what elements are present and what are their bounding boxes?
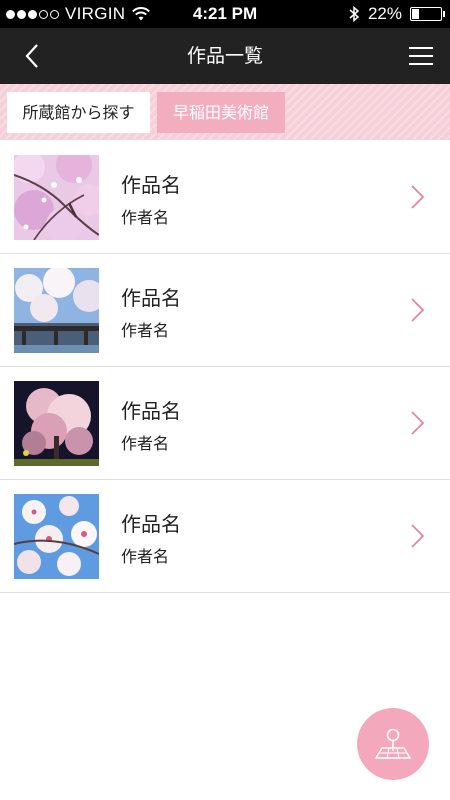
artwork-thumbnail: [14, 494, 99, 579]
artwork-author: 作者名: [121, 208, 170, 227]
navigation-bar: 作品一覧: [0, 28, 450, 84]
wifi-icon: [132, 7, 151, 21]
status-left: VIRGIN: [6, 0, 151, 28]
signal-strength-icon: [6, 9, 59, 19]
artwork-title: 作品名: [121, 399, 181, 423]
cherry-blossom-bridge-photo: [14, 268, 99, 353]
carrier-name: VIRGIN: [65, 4, 126, 23]
artwork-author: 作者名: [121, 547, 170, 566]
artwork-thumbnail: [14, 381, 99, 466]
menu-button[interactable]: [406, 40, 436, 72]
chevron-right-icon: [411, 298, 425, 322]
hamburger-menu-icon: [409, 47, 433, 49]
artwork-title: 作品名: [121, 512, 181, 536]
back-button[interactable]: [14, 38, 50, 74]
battery-percent: 22%: [367, 4, 402, 23]
artwork-list: 作品名 作者名 作品名 作者名 作品名 作者名 作品名 作者名: [0, 141, 450, 593]
artwork-title: 作品名: [121, 286, 181, 310]
status-bar: VIRGIN 4:21 PM 22%: [0, 0, 450, 28]
artwork-list-item[interactable]: 作品名 作者名: [0, 480, 450, 593]
artwork-list-item[interactable]: 作品名 作者名: [0, 367, 450, 480]
artwork-thumbnail: [14, 155, 99, 240]
cherry-blossom-closeup-photo: [14, 494, 99, 579]
artwork-thumbnail: [14, 268, 99, 353]
battery-level-fill: [412, 9, 419, 19]
artwork-list-item[interactable]: 作品名 作者名: [0, 254, 450, 367]
tab-search-by-collection[interactable]: 所蔵館から探す: [7, 92, 150, 133]
battery-icon: [410, 7, 445, 21]
map-pin-icon: [374, 728, 412, 759]
chevron-right-icon: [411, 524, 425, 548]
artwork-author: 作者名: [121, 434, 170, 453]
status-right: 22%: [348, 0, 445, 28]
filter-tab-strip: 所蔵館から探す 早稲田美術館: [0, 84, 450, 140]
chevron-left-icon: [25, 44, 38, 68]
page-title: 作品一覧: [186, 45, 263, 67]
map-button[interactable]: [357, 708, 429, 780]
artwork-list-item[interactable]: 作品名 作者名: [0, 141, 450, 254]
bluetooth-icon: [349, 5, 360, 23]
chevron-right-icon: [411, 185, 425, 209]
tab-waseda-museum[interactable]: 早稲田美術館: [157, 92, 285, 133]
cherry-blossom-night-photo: [14, 381, 99, 466]
artwork-author: 作者名: [121, 321, 170, 340]
cherry-blossom-branches-photo: [14, 155, 99, 240]
chevron-right-icon: [411, 411, 425, 435]
artwork-title: 作品名: [121, 173, 181, 197]
